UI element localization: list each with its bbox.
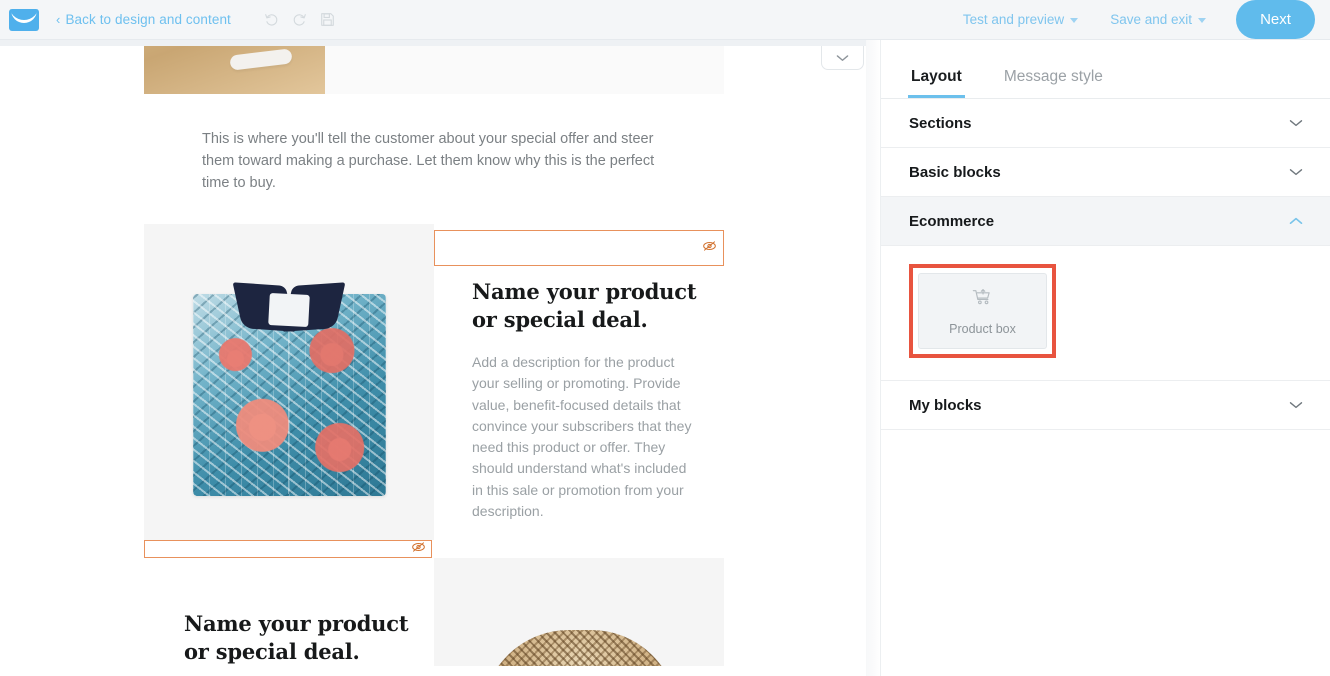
- history-icon-group: [263, 11, 336, 28]
- shirt-collar-opening: [268, 292, 310, 328]
- eye-slash-icon[interactable]: [411, 540, 426, 558]
- hero-image-block[interactable]: [144, 46, 724, 94]
- ecommerce-blocks-body: Product box: [881, 246, 1330, 381]
- test-and-preview-label: Test and preview: [962, 12, 1065, 27]
- drop-zone-top[interactable]: [434, 230, 724, 266]
- product-1-image-cell[interactable]: [144, 224, 434, 541]
- blocks-panel: Layout Message style Sections Basic bloc…: [880, 40, 1330, 676]
- top-bar: ‹ Back to design and content Test and pr…: [0, 0, 1330, 40]
- straw-hat-photo: [482, 630, 678, 667]
- product-row-1: Name your product or special deal. Add a…: [144, 224, 724, 541]
- redo-icon[interactable]: [291, 11, 308, 28]
- mailchimp-envelope-logo: [9, 8, 39, 31]
- section-ecommerce-label: Ecommerce: [909, 212, 995, 230]
- email-builder-app: ‹ Back to design and content Test and pr…: [0, 0, 1330, 676]
- product-1-title[interactable]: Name your product or special deal.: [434, 266, 724, 334]
- product-1-text-cell: Name your product or special deal. Add a…: [434, 224, 724, 541]
- back-to-design-link[interactable]: ‹ Back to design and content: [56, 12, 231, 27]
- chevron-down-icon: [1070, 18, 1079, 23]
- panel-tabs: Layout Message style: [881, 40, 1330, 98]
- eye-slash-icon[interactable]: [702, 239, 717, 257]
- product-box-highlight: Product box: [909, 264, 1056, 358]
- next-button[interactable]: Next: [1236, 0, 1315, 39]
- section-my-blocks[interactable]: My blocks: [881, 381, 1330, 430]
- back-link-label: Back to design and content: [65, 12, 231, 27]
- email-content: This is where you'll tell the customer a…: [144, 46, 724, 667]
- undo-icon[interactable]: [263, 11, 280, 28]
- section-basic-blocks-label: Basic blocks: [909, 163, 1001, 181]
- test-and-preview-menu[interactable]: Test and preview: [947, 12, 1094, 27]
- save-disk-icon[interactable]: [319, 11, 336, 28]
- section-sections[interactable]: Sections: [881, 99, 1330, 148]
- canvas-collapse-handle[interactable]: [821, 46, 864, 70]
- email-canvas: This is where you'll tell the customer a…: [0, 40, 866, 676]
- chevron-left-icon: ‹: [56, 12, 61, 27]
- save-and-exit-menu[interactable]: Save and exit: [1094, 12, 1222, 27]
- section-sections-label: Sections: [909, 114, 972, 132]
- tab-message-style[interactable]: Message style: [1002, 68, 1105, 98]
- chevron-up-icon[interactable]: [1289, 217, 1303, 225]
- section-basic-blocks[interactable]: Basic blocks: [881, 148, 1330, 197]
- drop-zone-wide-cell: [144, 540, 434, 559]
- chevron-down-icon: [1198, 18, 1206, 23]
- product-2-image-cell[interactable]: [434, 558, 724, 667]
- intro-text-block[interactable]: This is where you'll tell the customer a…: [144, 94, 724, 224]
- tab-layout[interactable]: Layout: [908, 68, 965, 98]
- chevron-down-icon[interactable]: [1289, 401, 1303, 409]
- hero-image: [144, 46, 325, 94]
- chevron-down-icon[interactable]: [1289, 168, 1303, 176]
- top-bar-actions: Test and preview Save and exit Next: [947, 0, 1330, 39]
- section-ecommerce[interactable]: Ecommerce: [881, 197, 1330, 246]
- section-my-blocks-label: My blocks: [909, 396, 982, 414]
- block-product-box-label: Product box: [949, 321, 1016, 336]
- shopping-cart-icon: [972, 287, 993, 313]
- save-and-exit-label: Save and exit: [1110, 12, 1192, 27]
- canvas-panel-gutter: [866, 40, 880, 676]
- floral-polo-shirt-photo: [144, 224, 434, 586]
- drop-zone-spacer: [434, 540, 724, 558]
- drop-zone-bottom[interactable]: [144, 540, 432, 559]
- block-product-box[interactable]: Product box: [918, 273, 1047, 349]
- drop-zone-row: [144, 540, 724, 559]
- chevron-down-icon[interactable]: [1289, 119, 1303, 127]
- product-1-description[interactable]: Add a description for the product your s…: [434, 334, 724, 540]
